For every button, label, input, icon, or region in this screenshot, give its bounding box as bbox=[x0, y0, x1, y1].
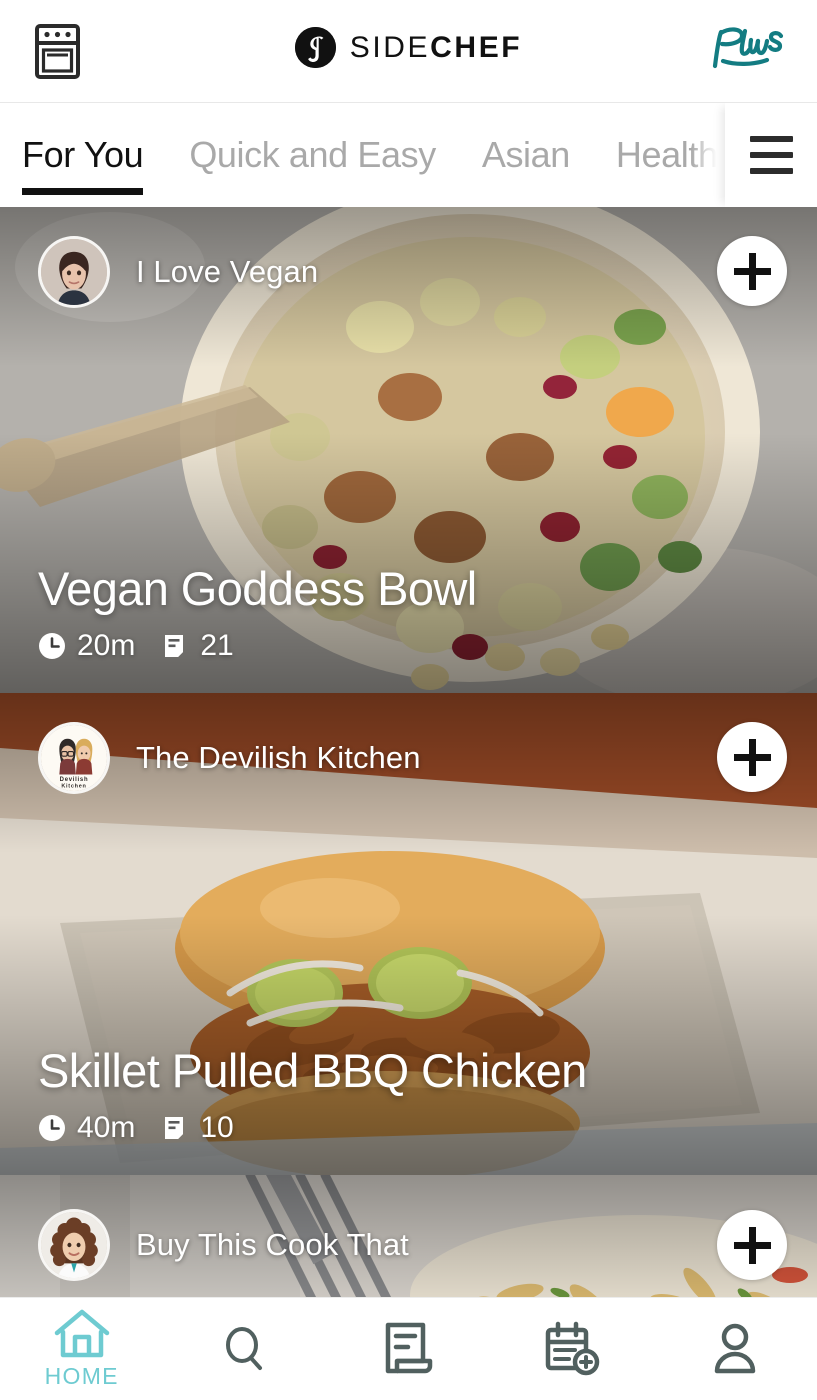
nav-item-profile[interactable] bbox=[654, 1298, 817, 1400]
cook-time: 20m bbox=[38, 629, 135, 663]
svg-text:Devilish: Devilish bbox=[60, 777, 89, 783]
brand-wordmark: SIDECHEF bbox=[349, 30, 523, 64]
nav-item-search[interactable] bbox=[163, 1298, 326, 1400]
card-footer: Skillet Pulled BBQ Chicken 40m 10 bbox=[38, 1045, 787, 1145]
ingredient-count: 10 bbox=[161, 1111, 234, 1145]
author-name[interactable]: The Devilish Kitchen bbox=[136, 740, 421, 776]
recipe-meta: 20m 21 bbox=[38, 629, 787, 663]
cook-time-text: 40m bbox=[77, 1111, 136, 1144]
add-to-plan-button[interactable] bbox=[717, 722, 787, 792]
recipe-feed[interactable]: I Love Vegan Vegan Goddess Bowl 20m 21 D… bbox=[0, 207, 817, 1297]
ingredient-count-text: 21 bbox=[200, 629, 234, 662]
card-header: Buy This Cook That bbox=[0, 1175, 817, 1297]
nav-item-home[interactable]: HOME bbox=[0, 1298, 163, 1400]
tab-label: For You bbox=[22, 134, 144, 175]
nav-label-home: HOME bbox=[44, 1363, 119, 1389]
sidechef-logo: SIDECHEF bbox=[0, 27, 817, 68]
cook-time-text: 20m bbox=[77, 629, 136, 662]
hamburger-line bbox=[749, 136, 793, 142]
cook-time: 40m bbox=[38, 1111, 135, 1145]
recipe-card[interactable]: I Love Vegan Vegan Goddess Bowl 20m 21 bbox=[0, 207, 817, 693]
profile-person-icon bbox=[709, 1321, 761, 1377]
card-footer: Vegan Goddess Bowl 20m 21 bbox=[38, 563, 787, 663]
svg-text:Kitchen: Kitchen bbox=[61, 783, 86, 789]
clock-icon bbox=[38, 1114, 66, 1142]
tab-asian[interactable]: Asian bbox=[459, 103, 593, 207]
nav-item-shopping-list[interactable] bbox=[327, 1298, 490, 1400]
hamburger-line bbox=[749, 168, 793, 174]
home-icon bbox=[53, 1308, 111, 1360]
top-bar: SIDECHEF bbox=[0, 0, 817, 103]
meal-plan-calendar-icon bbox=[543, 1321, 601, 1377]
hamburger-menu-icon[interactable] bbox=[725, 103, 817, 207]
tab-quick-and-easy[interactable]: Quick and Easy bbox=[166, 103, 459, 207]
ingredients-list-icon bbox=[161, 632, 189, 660]
nav-item-meal-plan[interactable] bbox=[490, 1298, 653, 1400]
clock-icon bbox=[38, 632, 66, 660]
shopping-list-icon bbox=[383, 1321, 435, 1377]
author-name[interactable]: I Love Vegan bbox=[136, 254, 318, 290]
bottom-navigation[interactable]: HOME bbox=[0, 1297, 817, 1400]
recipe-title[interactable]: Skillet Pulled BBQ Chicken bbox=[38, 1045, 787, 1097]
recipe-card[interactable]: Devilish Kitchen The Devilish Kitchen Sk… bbox=[0, 693, 817, 1175]
tab-label: Asian bbox=[481, 134, 570, 175]
brand-side-text: SIDE bbox=[349, 30, 431, 64]
card-header: I Love Vegan bbox=[0, 207, 817, 337]
tab-label: Quick and Easy bbox=[189, 134, 436, 175]
ingredient-count-text: 10 bbox=[200, 1111, 234, 1144]
avatar[interactable]: Devilish Kitchen bbox=[38, 722, 110, 794]
app-root: SIDECHEF For You Quick and Easy Asian Healt… bbox=[0, 0, 817, 1400]
add-to-plan-button[interactable] bbox=[717, 236, 787, 306]
ingredients-list-icon bbox=[161, 1114, 189, 1142]
tab-label: Healthy bbox=[615, 134, 736, 175]
search-icon bbox=[217, 1321, 273, 1377]
card-header: Devilish Kitchen The Devilish Kitchen bbox=[0, 693, 817, 823]
category-tab-strip[interactable]: For YouQuick and EasyAsianHealthyBr bbox=[0, 103, 817, 207]
add-to-plan-button[interactable] bbox=[717, 1210, 787, 1280]
author-name[interactable]: Buy This Cook That bbox=[136, 1227, 409, 1263]
avatar[interactable] bbox=[38, 236, 110, 308]
hamburger-line bbox=[749, 152, 793, 158]
brand-chef-text: CHEF bbox=[430, 30, 523, 64]
ingredient-count: 21 bbox=[161, 629, 234, 663]
tab-for-you[interactable]: For You bbox=[0, 103, 166, 207]
recipe-meta: 40m 10 bbox=[38, 1111, 787, 1145]
avatar[interactable] bbox=[38, 1209, 110, 1281]
sidechef-mark-icon bbox=[294, 27, 336, 68]
plus-logo[interactable] bbox=[701, 20, 791, 72]
recipe-title[interactable]: Vegan Goddess Bowl bbox=[38, 563, 787, 615]
recipe-card[interactable]: Buy This Cook That bbox=[0, 1175, 817, 1297]
